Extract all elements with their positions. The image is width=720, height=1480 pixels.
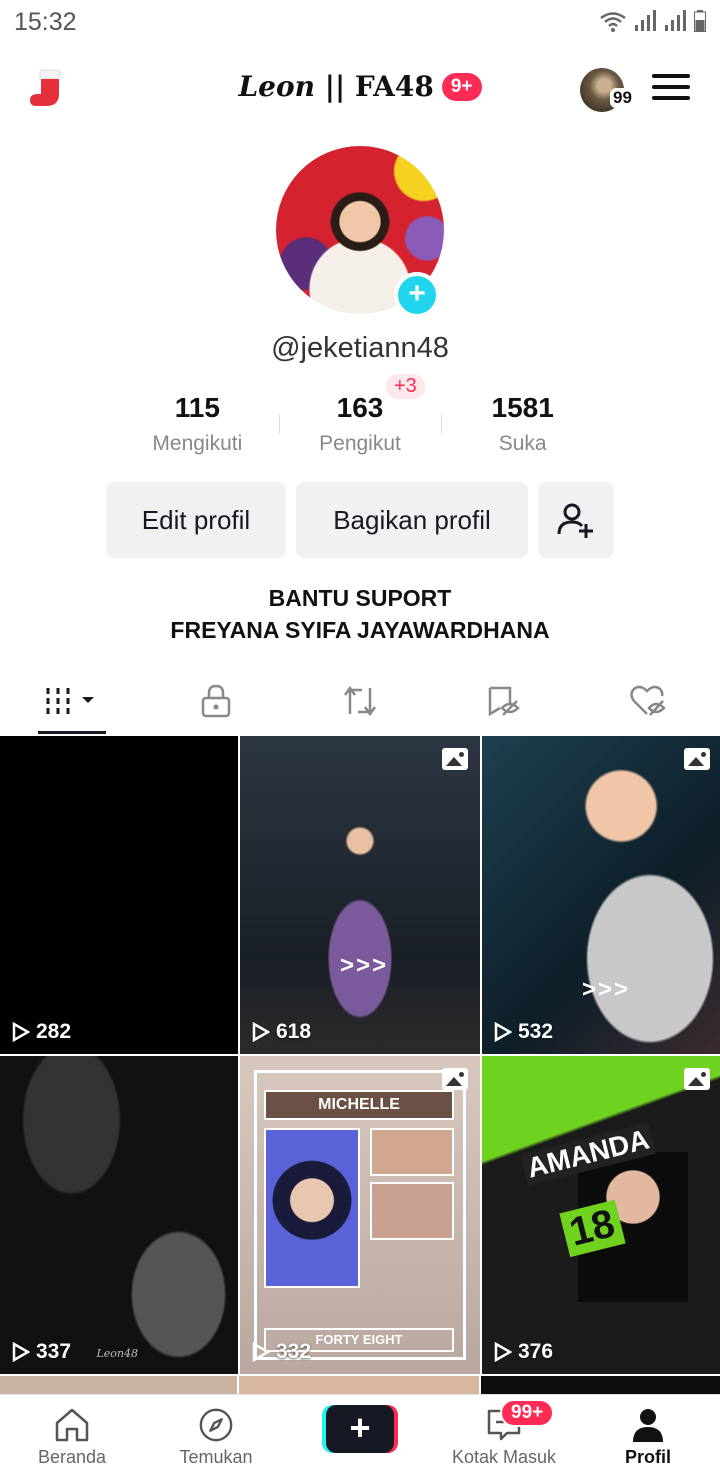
bookmark-hidden-icon — [488, 686, 520, 717]
profile-header: Leon || FA48 9+ 99 — [0, 60, 720, 120]
lock-icon — [201, 684, 231, 718]
nav-label: Kotak Masuk — [451, 1447, 557, 1467]
bio-line-2: FREYANA SYIFA JAYAWARDHANA — [170, 617, 550, 643]
add-user-icon — [557, 503, 593, 538]
status-time: 15:32 — [14, 8, 77, 36]
arrows-overlay: >>> — [582, 976, 631, 1003]
inbox-badge: 99+ — [500, 1399, 555, 1427]
share-profile-button[interactable]: Bagikan profil — [296, 482, 528, 558]
play-icon — [252, 1022, 270, 1042]
nav-profile[interactable]: Profil — [576, 1395, 720, 1480]
add-story-icon[interactable]: + — [394, 272, 440, 318]
photo-post-icon — [442, 1068, 468, 1090]
tab-reposts[interactable] — [288, 668, 432, 734]
repost-icon — [343, 685, 377, 717]
hamburger-menu-icon[interactable] — [652, 74, 690, 104]
view-count: 618 — [252, 1020, 311, 1044]
video-thumbnail[interactable] — [0, 1376, 238, 1396]
home-icon — [55, 1408, 89, 1442]
nav-label: Temukan — [179, 1447, 253, 1467]
nav-label: Beranda — [37, 1447, 107, 1467]
card-name-text: MICHELLE — [264, 1090, 454, 1120]
tab-videos[interactable] — [0, 668, 144, 734]
grid-videos-icon — [46, 688, 94, 714]
status-bar: 15:32 — [0, 0, 720, 44]
notification-badge: 9+ — [441, 72, 482, 101]
video-grid-next-row — [0, 1376, 720, 1396]
video-thumbnail[interactable]: AMANDA 18 376 — [482, 1056, 720, 1374]
video-thumbnail[interactable]: MICHELLE FORTY EIGHT 332 — [240, 1056, 480, 1374]
nav-create[interactable]: + — [288, 1395, 432, 1480]
add-friends-button[interactable] — [538, 482, 614, 558]
heart-hidden-icon — [630, 685, 666, 716]
tab-liked[interactable] — [576, 668, 720, 734]
active-tab-indicator — [38, 731, 106, 734]
stat-following[interactable]: 115 Mengikuti — [116, 392, 279, 456]
photo-post-icon — [684, 1068, 710, 1090]
bio-line-1: BANTU SUPORT — [268, 585, 452, 611]
video-thumbnail[interactable]: 282 — [0, 736, 238, 1054]
card-photo — [370, 1182, 454, 1240]
play-icon — [494, 1022, 512, 1042]
view-count: 332 — [252, 1340, 311, 1364]
stat-value: 163 — [336, 392, 384, 423]
plus-icon: + — [326, 1405, 394, 1453]
view-count: 532 — [494, 1020, 553, 1044]
stat-value: 1581 — [491, 392, 554, 423]
nav-label: Profil — [624, 1447, 671, 1467]
video-thumbnail[interactable] — [480, 1376, 720, 1396]
stat-label: Pengikut — [319, 432, 401, 455]
play-icon — [12, 1022, 30, 1042]
wifi-icon — [600, 12, 626, 32]
profile-bio: BANTU SUPORT FREYANA SYIFA JAYAWARDHANA — [0, 582, 720, 646]
photo-post-icon — [684, 748, 710, 770]
status-icons — [600, 10, 706, 32]
video-thumbnail[interactable]: Leon48 337 — [0, 1056, 238, 1374]
profile-display-name: Leon || FA48 — [238, 70, 434, 103]
video-thumbnail[interactable]: >>> 532 — [482, 736, 720, 1054]
video-thumbnail[interactable] — [239, 1376, 479, 1396]
signal-icon-2 — [665, 10, 686, 31]
play-icon — [252, 1342, 270, 1362]
play-icon — [494, 1342, 512, 1362]
nav-home[interactable]: Beranda — [0, 1395, 144, 1480]
card-photo — [264, 1128, 360, 1288]
video-grid: 282 >>> 618 >>> 532 Leon48 337 MICHELLE … — [0, 736, 720, 1374]
nav-discover[interactable]: Temukan — [144, 1395, 288, 1480]
nav-inbox[interactable]: 99+ Kotak Masuk — [432, 1395, 576, 1480]
battery-icon — [694, 10, 706, 32]
username: @jeketiann48 — [271, 332, 449, 364]
watermark: Leon48 — [96, 1347, 138, 1360]
create-button[interactable]: + — [322, 1405, 398, 1453]
edit-profile-button[interactable]: Edit profil — [106, 482, 286, 558]
content-tabs — [0, 668, 720, 734]
view-count: 337 — [12, 1340, 71, 1364]
compass-icon — [199, 1408, 233, 1442]
signal-icon — [635, 10, 656, 31]
bottom-navigation: Beranda Temukan + 99+ Kotak Masuk Profil — [0, 1394, 720, 1480]
arrows-overlay: >>> — [340, 952, 389, 979]
photo-post-icon — [442, 748, 468, 770]
stat-value: 115 — [174, 392, 220, 423]
profile-stats: 115 Mengikuti 163 Pengikut 1581 Suka — [116, 392, 604, 456]
profile-icon — [633, 1409, 663, 1442]
stat-label: Mengikuti — [152, 432, 243, 455]
tab-private[interactable] — [144, 668, 288, 734]
account-notification-count: 99 — [610, 88, 635, 108]
stat-label: Suka — [498, 432, 547, 455]
video-thumbnail[interactable]: >>> 618 — [240, 736, 480, 1054]
view-count: 376 — [494, 1340, 553, 1364]
stat-likes[interactable]: 1581 Suka — [441, 392, 604, 456]
tab-favorites[interactable] — [432, 668, 576, 734]
play-icon — [12, 1342, 30, 1362]
stat-followers[interactable]: 163 Pengikut — [278, 392, 442, 456]
view-count: 282 — [12, 1020, 71, 1044]
card-photo — [370, 1128, 454, 1176]
